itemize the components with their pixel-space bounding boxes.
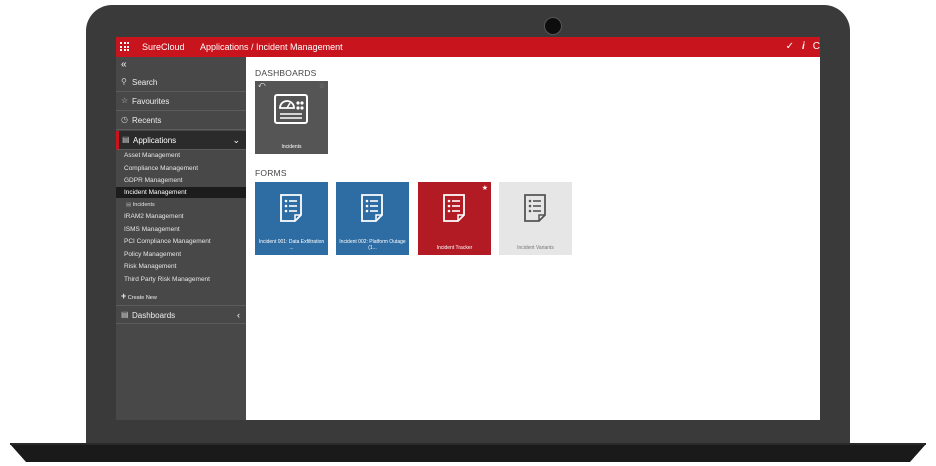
top-bar: SureCloud Applications / Incident Manage… xyxy=(116,37,820,57)
tile-caption: Incident 002: Platform Outage (1... xyxy=(339,238,406,251)
collapse-sidebar-icon[interactable]: « xyxy=(121,59,127,70)
sidebar-item-recents[interactable]: ◷ Recents xyxy=(116,111,246,130)
tile-caption: Incidents xyxy=(281,143,302,150)
app-link-gdpr-management[interactable]: GDPR Management xyxy=(124,177,183,184)
dashboards-heading: DASHBOARDS xyxy=(255,68,317,78)
favourite-star-icon[interactable]: ★ xyxy=(482,184,488,192)
dashboard-icon: ▤ xyxy=(121,310,129,319)
clock-icon: ◷ xyxy=(121,115,128,124)
form-document-icon xyxy=(443,194,465,222)
sidebar: « ⚲ Search ☆ Favourites ◷ Recents ▤ Appl… xyxy=(116,57,246,420)
sidebar-item-applications[interactable]: ▤ Applications ⌄ xyxy=(116,131,246,150)
sidebar-item-label: Search xyxy=(132,78,158,87)
sidebar-item-label: Recents xyxy=(132,116,162,125)
laptop-base xyxy=(10,443,926,462)
form-document-icon xyxy=(524,194,546,222)
tile-caption: Incident Tracker xyxy=(436,244,473,251)
sidebar-item-label: Dashboards xyxy=(132,311,176,320)
refresh-icon[interactable]: C xyxy=(813,41,820,52)
search-icon: ⚲ xyxy=(121,77,127,86)
sub-link-label: Incidents xyxy=(132,202,155,208)
dashboard-tile-incidents[interactable]: ⤺ ☆ Incidents xyxy=(255,81,328,154)
sidebar-item-label: Favourites xyxy=(132,97,170,106)
form-tile-incident-variants[interactable]: Incident Variants xyxy=(499,182,572,255)
app-link-iram2-management[interactable]: IRAM2 Management xyxy=(124,213,184,220)
app-launcher-icon[interactable] xyxy=(120,42,129,51)
sidebar-item-search[interactable]: ⚲ Search xyxy=(116,73,246,92)
star-icon: ☆ xyxy=(121,96,129,105)
form-tile-incident-001[interactable]: Incident 001: Data Exfiltration ... xyxy=(255,182,328,255)
app-link-third-party-risk-management[interactable]: Third Party Risk Management xyxy=(124,276,210,283)
plus-icon: + xyxy=(121,291,127,301)
applications-icon: ▤ xyxy=(122,135,130,144)
check-icon[interactable]: ✓ xyxy=(786,41,794,52)
topbar-actions: ✓ i C xyxy=(786,41,820,52)
breadcrumb[interactable]: Applications / Incident Management xyxy=(200,42,343,52)
app-link-incident-management[interactable]: Incident Management xyxy=(124,189,187,196)
tile-caption: Incident 001: Data Exfiltration ... xyxy=(258,238,325,251)
info-icon[interactable]: i xyxy=(802,41,805,52)
form-tile-incident-tracker[interactable]: ★ Incident Tracker xyxy=(418,182,491,255)
sidebar-item-dashboards[interactable]: ▤ Dashboards ‹ xyxy=(116,305,246,324)
app-link-compliance-management[interactable]: Compliance Management xyxy=(124,165,198,172)
create-new-label: Create New xyxy=(127,295,157,301)
create-new-button[interactable]: + Create New xyxy=(121,291,157,301)
sidebar-item-favourites[interactable]: ☆ Favourites xyxy=(116,92,246,111)
brand-name[interactable]: SureCloud xyxy=(142,42,185,52)
app-link-asset-management[interactable]: Asset Management xyxy=(124,152,180,159)
app-link-isms-management[interactable]: ISMS Management xyxy=(124,226,180,233)
favourite-star-icon[interactable]: ☆ xyxy=(319,82,325,90)
dashboard-gauge-icon xyxy=(274,94,308,124)
form-document-icon xyxy=(361,194,383,222)
app-screen: SureCloud Applications / Incident Manage… xyxy=(116,37,820,420)
webcam-icon xyxy=(544,17,562,35)
sidebar-item-label: Applications xyxy=(133,136,177,145)
sub-link-incidents[interactable]: ▤ Incidents xyxy=(126,202,155,208)
dashboard-icon: ▤ xyxy=(126,202,132,208)
chevron-down-icon[interactable]: ⌄ xyxy=(232,135,240,146)
move-icon[interactable]: ⤺ xyxy=(258,82,265,90)
app-link-pci-compliance-management[interactable]: PCI Compliance Management xyxy=(124,238,211,245)
chevron-left-icon[interactable]: ‹ xyxy=(237,310,240,320)
app-link-risk-management[interactable]: Risk Management xyxy=(124,263,176,270)
app-link-policy-management[interactable]: Policy Management xyxy=(124,251,181,258)
forms-heading: FORMS xyxy=(255,168,287,178)
form-tile-incident-002[interactable]: Incident 002: Platform Outage (1... xyxy=(336,182,409,255)
tile-caption: Incident Variants xyxy=(517,244,554,251)
form-document-icon xyxy=(280,194,302,222)
